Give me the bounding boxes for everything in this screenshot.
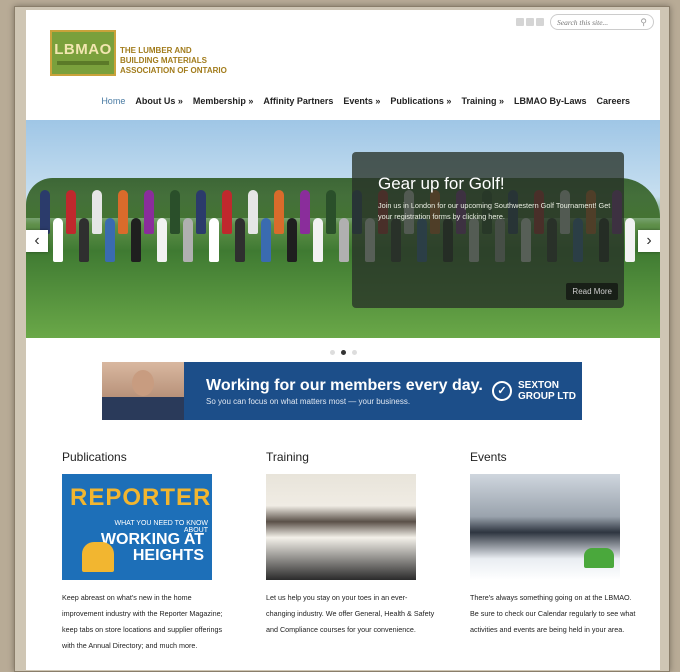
golfer-figure — [183, 218, 193, 262]
golfer-figure — [118, 190, 128, 234]
snowmobile-graphic — [584, 548, 614, 568]
slider-prev-icon[interactable]: ‹ — [26, 230, 48, 252]
column-text: Let us help you stay on your toes in an … — [266, 593, 435, 634]
hero-caption: Gear up for Golf! Join us in London for … — [352, 152, 624, 308]
nav-bylaws[interactable]: LBMAO By-Laws — [514, 96, 587, 106]
banner-portrait — [102, 362, 184, 420]
rss-icon[interactable] — [526, 18, 534, 26]
column-title[interactable]: Publications — [62, 450, 232, 464]
hero-title: Gear up for Golf! — [378, 174, 505, 193]
slider-dot-active[interactable] — [340, 350, 346, 355]
column-publications: Publications REPORTER WHAT YOU NEED TO K… — [62, 450, 232, 654]
column-training: Training Let us help you stay on your to… — [266, 450, 436, 638]
slider-dot[interactable] — [351, 350, 357, 355]
logo-text: LBMAO — [54, 41, 112, 58]
hardhat-graphic — [82, 542, 114, 572]
golfer-figure — [170, 190, 180, 234]
golfer-figure — [53, 218, 63, 262]
golfer-figure — [274, 190, 284, 234]
slider-dot[interactable] — [329, 350, 335, 355]
golfer-figure — [196, 190, 206, 234]
facebook-icon[interactable] — [536, 18, 544, 26]
nav-careers[interactable]: Careers — [596, 96, 630, 106]
column-title[interactable]: Events — [470, 450, 640, 464]
hero-text[interactable]: Join us in London for our upcoming South… — [378, 200, 614, 222]
golfer-figure — [144, 190, 154, 234]
column-text: Keep abreast on what's new in the home i… — [62, 593, 223, 650]
slider-dots — [26, 350, 660, 355]
events-photo[interactable] — [470, 474, 620, 580]
nav-about-us[interactable]: About Us » — [135, 96, 183, 106]
golfer-figure — [300, 190, 310, 234]
golfer-figure — [40, 190, 50, 234]
golfer-figure — [339, 218, 349, 262]
checkmark-icon: ✓ — [492, 381, 512, 401]
sexton-logo: ✓ SEXTON GROUP LTD — [492, 380, 582, 402]
banner-message: Working for our members every day. So yo… — [184, 377, 492, 406]
read-more-button[interactable]: Read More — [566, 283, 618, 300]
golfer-figure — [105, 218, 115, 262]
column-events: Events There's always something going on… — [470, 450, 640, 638]
golfer-figure — [313, 218, 323, 262]
search-box[interactable]: ⚲ — [550, 14, 654, 30]
banner-subline: So you can focus on what matters most — … — [206, 396, 411, 406]
sponsor-banner[interactable]: Working for our members every day. So yo… — [102, 362, 582, 420]
org-name: THE LUMBER AND BUILDING MATERIALS ASSOCI… — [120, 46, 227, 75]
training-photo[interactable] — [266, 474, 416, 580]
main-nav: Home About Us » Membership » Affinity Pa… — [26, 96, 660, 106]
column-title[interactable]: Training — [266, 450, 436, 464]
golfer-figure — [209, 218, 219, 262]
golfer-figure — [131, 218, 141, 262]
banner-headline-bold: every day. — [405, 376, 483, 394]
golfer-figure — [248, 190, 258, 234]
logo-underline — [57, 61, 109, 65]
nav-publications[interactable]: Publications » — [390, 96, 451, 106]
slider-next-icon[interactable]: › — [638, 230, 660, 252]
nav-events[interactable]: Events » — [343, 96, 380, 106]
golfer-figure — [261, 218, 271, 262]
search-icon[interactable]: ⚲ — [640, 17, 647, 28]
golfer-figure — [235, 218, 245, 262]
golfer-figure — [66, 190, 76, 234]
column-text: There's always something going on at the… — [470, 593, 636, 634]
twitter-icon[interactable] — [516, 18, 524, 26]
golfer-figure — [222, 190, 232, 234]
nav-affinity-partners[interactable]: Affinity Partners — [263, 96, 333, 106]
banner-headline: Working for our members — [206, 376, 406, 394]
page: ⚲ LBMAO THE LUMBER AND BUILDING MATERIAL… — [26, 10, 660, 670]
nav-membership[interactable]: Membership » — [193, 96, 254, 106]
top-bar: ⚲ — [516, 14, 654, 30]
site-logo[interactable]: LBMAO — [50, 30, 116, 76]
nav-training[interactable]: Training » — [461, 96, 504, 106]
reporter-cover-image[interactable]: REPORTER WHAT YOU NEED TO KNOW ABOUT WOR… — [62, 474, 212, 580]
golfer-figure — [92, 190, 102, 234]
search-input[interactable] — [557, 17, 627, 27]
golfer-figure — [326, 190, 336, 234]
nav-home[interactable]: Home — [101, 96, 125, 106]
golfer-figure — [79, 218, 89, 262]
golfer-figure — [287, 218, 297, 262]
hero-slider[interactable]: Gear up for Golf! Join us in London for … — [26, 120, 660, 338]
golfer-figure — [625, 218, 635, 262]
golfer-figure — [157, 218, 167, 262]
social-icons — [516, 18, 544, 26]
